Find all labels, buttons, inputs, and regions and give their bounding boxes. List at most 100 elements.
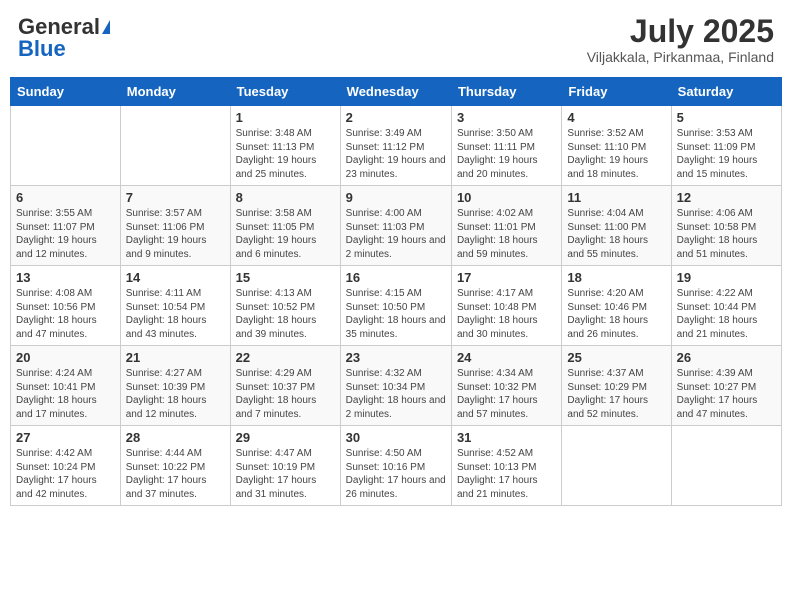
calendar-cell: 11 Sunrise: 4:04 AM Sunset: 11:00 PM Dayl… [562,186,671,266]
day-number: 26 [677,350,776,365]
day-details: Sunrise: 4:17 AM Sunset: 10:48 PM Daylig… [457,287,556,341]
day-details: Sunrise: 4:44 AM Sunset: 10:22 PM Daylig… [126,447,225,501]
calendar-cell [11,106,121,186]
day-number: 21 [126,350,225,365]
day-details: Sunrise: 4:22 AM Sunset: 10:44 PM Daylig… [677,287,776,341]
day-number: 23 [346,350,446,365]
day-details: Sunrise: 4:37 AM Sunset: 10:29 PM Daylig… [567,367,665,421]
calendar-cell [562,426,671,506]
day-number: 29 [236,430,335,445]
day-details: Sunrise: 3:50 AM Sunset: 11:11 PM Daylig… [457,127,556,181]
day-details: Sunrise: 4:47 AM Sunset: 10:19 PM Daylig… [236,447,335,501]
calendar-cell: 3 Sunrise: 3:50 AM Sunset: 11:11 PM Dayli… [451,106,561,186]
day-number: 10 [457,190,556,205]
calendar-cell: 15Sunrise: 4:13 AM Sunset: 10:52 PM Dayl… [230,266,340,346]
day-details: Sunrise: 4:32 AM Sunset: 10:34 PM Daylig… [346,367,446,421]
calendar-cell: 13 Sunrise: 4:08 AM Sunset: 10:56 PM Dayl… [11,266,121,346]
day-of-week-header: Sunday [11,78,121,106]
day-number: 6 [16,190,115,205]
day-details: Sunrise: 4:52 AM Sunset: 10:13 PM Daylig… [457,447,556,501]
calendar-week-row: 1Sunrise: 3:48 AM Sunset: 11:13 PM Dayli… [11,106,782,186]
logo-triangle-icon [102,20,110,34]
day-details: Sunrise: 4:11 AM Sunset: 10:54 PM Daylig… [126,287,225,341]
day-of-week-header: Saturday [671,78,781,106]
day-details: Sunrise: 4:15 AM Sunset: 10:50 PM Daylig… [346,287,446,341]
calendar-cell: 18 Sunrise: 4:20 AM Sunset: 10:46 PM Dayl… [562,266,671,346]
day-number: 13 [16,270,115,285]
month-title: July 2025 [587,14,774,49]
day-number: 9 [346,190,446,205]
calendar-cell: 1Sunrise: 3:48 AM Sunset: 11:13 PM Dayli… [230,106,340,186]
calendar-cell: 4 Sunrise: 3:52 AM Sunset: 11:10 PM Dayli… [562,106,671,186]
day-of-week-header: Wednesday [340,78,451,106]
calendar-header-row: SundayMondayTuesdayWednesdayThursdayFrid… [11,78,782,106]
day-details: Sunrise: 4:34 AM Sunset: 10:32 PM Daylig… [457,367,556,421]
calendar-cell: 16Sunrise: 4:15 AM Sunset: 10:50 PM Dayl… [340,266,451,346]
calendar-cell: 9 Sunrise: 4:00 AM Sunset: 11:03 PM Dayli… [340,186,451,266]
calendar-cell: 22 Sunrise: 4:29 AM Sunset: 10:37 PM Dayl… [230,346,340,426]
calendar-cell: 21 Sunrise: 4:27 AM Sunset: 10:39 PM Dayl… [120,346,230,426]
calendar-cell: 7 Sunrise: 3:57 AM Sunset: 11:06 PM Dayli… [120,186,230,266]
calendar-week-row: 27Sunrise: 4:42 AM Sunset: 10:24 PM Dayl… [11,426,782,506]
day-number: 15 [236,270,335,285]
day-details: Sunrise: 4:27 AM Sunset: 10:39 PM Daylig… [126,367,225,421]
day-details: Sunrise: 4:02 AM Sunset: 11:01 PM Daylig… [457,207,556,261]
day-number: 8 [236,190,335,205]
calendar-week-row: 20Sunrise: 4:24 AM Sunset: 10:41 PM Dayl… [11,346,782,426]
calendar-week-row: 6 Sunrise: 3:55 AM Sunset: 11:07 PM Dayli… [11,186,782,266]
logo: General Blue [18,14,110,62]
day-details: Sunrise: 3:57 AM Sunset: 11:06 PM Daylig… [126,207,225,261]
day-details: Sunrise: 4:04 AM Sunset: 11:00 PM Daylig… [567,207,665,261]
day-number: 24 [457,350,556,365]
day-number: 27 [16,430,115,445]
day-details: Sunrise: 3:52 AM Sunset: 11:10 PM Daylig… [567,127,665,181]
calendar-cell: 10 Sunrise: 4:02 AM Sunset: 11:01 PM Dayl… [451,186,561,266]
day-details: Sunrise: 4:39 AM Sunset: 10:27 PM Daylig… [677,367,776,421]
calendar-cell: 2Sunrise: 3:49 AM Sunset: 11:12 PM Dayli… [340,106,451,186]
day-number: 22 [236,350,335,365]
day-number: 4 [567,110,665,125]
calendar-cell: 23 Sunrise: 4:32 AM Sunset: 10:34 PM Dayl… [340,346,451,426]
day-number: 19 [677,270,776,285]
day-number: 5 [677,110,776,125]
day-of-week-header: Thursday [451,78,561,106]
calendar-cell: 24 Sunrise: 4:34 AM Sunset: 10:32 PM Dayl… [451,346,561,426]
day-number: 11 [567,190,665,205]
day-details: Sunrise: 4:24 AM Sunset: 10:41 PM Daylig… [16,367,115,421]
day-number: 17 [457,270,556,285]
day-details: Sunrise: 3:48 AM Sunset: 11:13 PM Daylig… [236,127,335,181]
calendar-cell: 19 Sunrise: 4:22 AM Sunset: 10:44 PM Dayl… [671,266,781,346]
calendar-cell [120,106,230,186]
calendar-cell: 28Sunrise: 4:44 AM Sunset: 10:22 PM Dayl… [120,426,230,506]
calendar-table: SundayMondayTuesdayWednesdayThursdayFrid… [10,77,782,506]
calendar-cell: 27Sunrise: 4:42 AM Sunset: 10:24 PM Dayl… [11,426,121,506]
day-details: Sunrise: 4:08 AM Sunset: 10:56 PM Daylig… [16,287,115,341]
calendar-cell: 17 Sunrise: 4:17 AM Sunset: 10:48 PM Dayl… [451,266,561,346]
day-details: Sunrise: 3:55 AM Sunset: 11:07 PM Daylig… [16,207,115,261]
calendar-cell: 6 Sunrise: 3:55 AM Sunset: 11:07 PM Dayli… [11,186,121,266]
day-number: 30 [346,430,446,445]
day-of-week-header: Tuesday [230,78,340,106]
day-number: 14 [126,270,225,285]
calendar-week-row: 13 Sunrise: 4:08 AM Sunset: 10:56 PM Dayl… [11,266,782,346]
day-of-week-header: Friday [562,78,671,106]
day-number: 18 [567,270,665,285]
day-details: Sunrise: 4:20 AM Sunset: 10:46 PM Daylig… [567,287,665,341]
day-details: Sunrise: 3:58 AM Sunset: 11:05 PM Daylig… [236,207,335,261]
day-number: 25 [567,350,665,365]
location-title: Viljakkala, Pirkanmaa, Finland [587,49,774,65]
calendar-cell: 20Sunrise: 4:24 AM Sunset: 10:41 PM Dayl… [11,346,121,426]
day-details: Sunrise: 4:50 AM Sunset: 10:16 PM Daylig… [346,447,446,501]
day-details: Sunrise: 4:00 AM Sunset: 11:03 PM Daylig… [346,207,446,261]
page-header: General Blue July 2025 Viljakkala, Pirka… [10,10,782,69]
logo-blue-text: Blue [18,36,66,62]
calendar-cell: 26 Sunrise: 4:39 AM Sunset: 10:27 PM Dayl… [671,346,781,426]
day-details: Sunrise: 4:29 AM Sunset: 10:37 PM Daylig… [236,367,335,421]
day-of-week-header: Monday [120,78,230,106]
day-details: Sunrise: 3:53 AM Sunset: 11:09 PM Daylig… [677,127,776,181]
day-number: 12 [677,190,776,205]
day-number: 3 [457,110,556,125]
day-number: 7 [126,190,225,205]
day-number: 2 [346,110,446,125]
calendar-cell: 30 Sunrise: 4:50 AM Sunset: 10:16 PM Dayl… [340,426,451,506]
